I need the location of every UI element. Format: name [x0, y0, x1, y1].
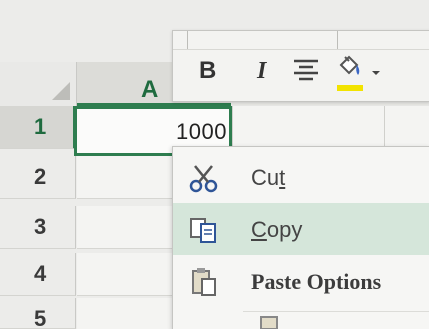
bold-button[interactable]: B: [199, 53, 216, 89]
center-align-icon: [294, 59, 318, 81]
row-number: 5: [34, 306, 47, 329]
cell-value: 1000: [176, 119, 227, 144]
row-header-5[interactable]: 5: [0, 298, 76, 329]
row-number: 4: [34, 261, 47, 286]
divider: [243, 311, 429, 312]
select-all-corner[interactable]: [0, 62, 77, 107]
row-number: 2: [34, 164, 47, 189]
fill-color-swatch: [337, 85, 363, 91]
select-all-triangle-icon: [52, 82, 70, 100]
menu-item-label: Paste Options: [251, 269, 382, 294]
divider: [187, 31, 188, 49]
menu-item-label: Copy: [251, 217, 303, 242]
row-header-2[interactable]: 2: [0, 156, 76, 199]
menu-item-copy[interactable]: Copy: [173, 203, 429, 255]
italic-button[interactable]: I: [257, 53, 266, 89]
row-header-4[interactable]: 4: [0, 253, 76, 296]
row-header-1[interactable]: 1: [0, 106, 76, 149]
row-header-3[interactable]: 3: [0, 206, 76, 249]
paint-bucket-icon: [339, 55, 360, 75]
mini-toolbar: B I: [172, 30, 429, 102]
context-menu: Cut Copy Paste Options: [172, 146, 429, 329]
row-number: 3: [34, 214, 47, 239]
menu-item-label: Cut: [251, 165, 286, 190]
fill-color-dropdown-button[interactable]: [371, 55, 381, 91]
fill-color-button[interactable]: [333, 53, 363, 93]
scissors-icon: [189, 165, 218, 193]
center-align-button[interactable]: [291, 55, 321, 91]
paste-icon: [192, 268, 216, 296]
row-number: 1: [34, 114, 47, 139]
menu-item-paste-options: Paste Options: [173, 255, 429, 307]
paste-icon: [260, 316, 278, 329]
excel-window: A 1 2 3 4 5 1000 B I Cut Copy Paste Opti…: [0, 0, 429, 329]
chevron-down-icon: [372, 71, 380, 75]
divider: [337, 31, 338, 49]
toolbar-top-row: [173, 31, 429, 50]
menu-item-paste-option[interactable]: [173, 313, 429, 329]
menu-item-cut[interactable]: Cut: [173, 151, 429, 203]
column-header-label: A: [141, 76, 159, 103]
copy-icon: [190, 218, 216, 243]
